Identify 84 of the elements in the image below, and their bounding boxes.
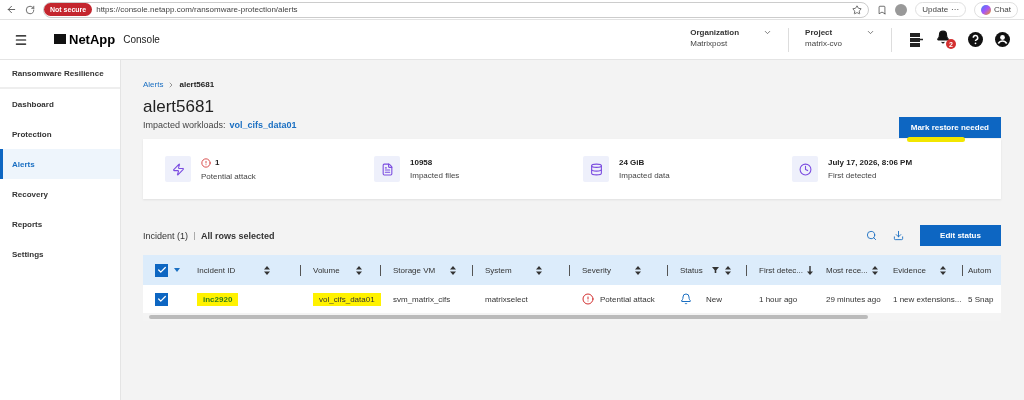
- project-selector[interactable]: Project matrix-cvo: [789, 27, 892, 52]
- impacted-label: Impacted workloads:: [143, 120, 226, 130]
- table-cell: svm_matrix_cifs: [393, 294, 451, 304]
- table-cell: 5 Snap: [968, 294, 994, 304]
- sidebar-item[interactable]: Protection: [0, 119, 120, 149]
- table-cell: Potential attack: [600, 294, 655, 304]
- bell-icon: [680, 293, 692, 305]
- help-icon[interactable]: [968, 32, 983, 47]
- column-header[interactable]: Autom: [968, 265, 992, 275]
- update-label: Update: [922, 5, 949, 14]
- incident-link[interactable]: inc2920: [197, 292, 239, 306]
- breadcrumb-link[interactable]: Alerts: [143, 80, 164, 89]
- organization-selector[interactable]: Organization Matrixpost: [674, 27, 790, 52]
- sort-icon[interactable]: [449, 265, 456, 275]
- sidebar-item[interactable]: Recovery: [0, 179, 120, 209]
- logo: NetApp: [54, 32, 116, 47]
- file-icon: [380, 162, 394, 176]
- column-header[interactable]: Severity: [582, 265, 611, 275]
- more-dots: ···: [951, 5, 960, 14]
- stat-label: Impacted files: [410, 171, 460, 180]
- bell-icon: [936, 30, 950, 44]
- sidebar-item[interactable]: Alerts: [0, 149, 120, 179]
- profile-avatar[interactable]: [895, 3, 908, 16]
- sort-icon[interactable]: [634, 265, 641, 275]
- sort-icon[interactable]: [724, 265, 731, 275]
- stat-label: First detected: [828, 171, 878, 180]
- page-title: alert5681: [143, 97, 215, 117]
- mark-restore-button[interactable]: Mark restore needed: [898, 117, 1001, 138]
- stat-value: July 17, 2026, 8:06 PM: [828, 158, 913, 167]
- row-checkbox[interactable]: [155, 292, 168, 306]
- stat-label: Potential attack: [201, 171, 256, 181]
- sidebar-item[interactable]: Settings: [0, 239, 120, 269]
- sort-icon[interactable]: [871, 265, 878, 275]
- download-icon[interactable]: [893, 230, 904, 241]
- update-button[interactable]: Update ···: [915, 2, 967, 17]
- table-cell: 1 hour ago: [759, 294, 798, 304]
- lightning-icon: [171, 162, 185, 176]
- column-header[interactable]: System: [485, 265, 512, 275]
- column-header[interactable]: Incident ID: [197, 265, 236, 275]
- breadcrumb-current: alert5681: [179, 80, 215, 89]
- column-header[interactable]: Status: [680, 265, 703, 275]
- connector-icon[interactable]: [908, 32, 924, 47]
- stat-value: 24 GiB: [619, 158, 645, 167]
- stat-label: Impacted data: [619, 171, 670, 180]
- sort-icon[interactable]: [939, 265, 946, 275]
- select-all-checkbox[interactable]: [155, 263, 168, 277]
- filter-icon[interactable]: [711, 267, 719, 273]
- database-icon: [589, 162, 603, 176]
- url-text: https://console.netapp.com/ransomware-protection/alerts: [96, 5, 298, 14]
- table-cell: vol_cifs_data01: [313, 292, 381, 306]
- user-icon[interactable]: [995, 32, 1010, 47]
- table-cell: matrixselect: [485, 294, 528, 304]
- column-header[interactable]: Evidence: [893, 265, 926, 275]
- search-icon[interactable]: [866, 230, 877, 241]
- clock-icon: [798, 162, 812, 176]
- incident-count: Incident (1): [143, 230, 189, 241]
- reload-icon[interactable]: [25, 4, 35, 15]
- workload-link[interactable]: vol_cifs_data01: [229, 120, 297, 130]
- column-header[interactable]: First detec...: [759, 265, 803, 275]
- product-name: Console: [123, 34, 160, 45]
- column-header[interactable]: Most rece...: [826, 265, 868, 275]
- selection-status: All rows selected: [201, 230, 275, 241]
- menu-icon[interactable]: [14, 32, 28, 47]
- alert-icon: [582, 293, 594, 305]
- star-icon[interactable]: [852, 4, 863, 15]
- favorites-icon[interactable]: [877, 4, 888, 15]
- sort-icon[interactable]: [536, 265, 543, 275]
- column-header[interactable]: Storage VM: [393, 265, 436, 275]
- sort-icon[interactable]: [355, 265, 362, 275]
- table-cell: 1 new extensions...: [893, 294, 962, 304]
- chat-logo-icon: [981, 4, 992, 15]
- stat-value: 1: [215, 158, 220, 167]
- sort-descending-icon[interactable]: [807, 265, 813, 275]
- column-header[interactable]: Volume: [313, 265, 340, 275]
- stat-value: 10958: [410, 158, 433, 167]
- table-cell: 29 minutes ago: [826, 294, 881, 304]
- sort-icon[interactable]: [263, 265, 270, 275]
- edit-status-button[interactable]: Edit status: [920, 225, 1001, 246]
- sidebar-item[interactable]: Reports: [0, 209, 120, 239]
- sidebar-item[interactable]: Dashboard: [0, 89, 120, 119]
- chat-button[interactable]: Chat: [974, 1, 1018, 18]
- back-icon[interactable]: [6, 4, 17, 15]
- caret-down-icon[interactable]: [174, 268, 180, 272]
- table-cell: New: [706, 294, 722, 304]
